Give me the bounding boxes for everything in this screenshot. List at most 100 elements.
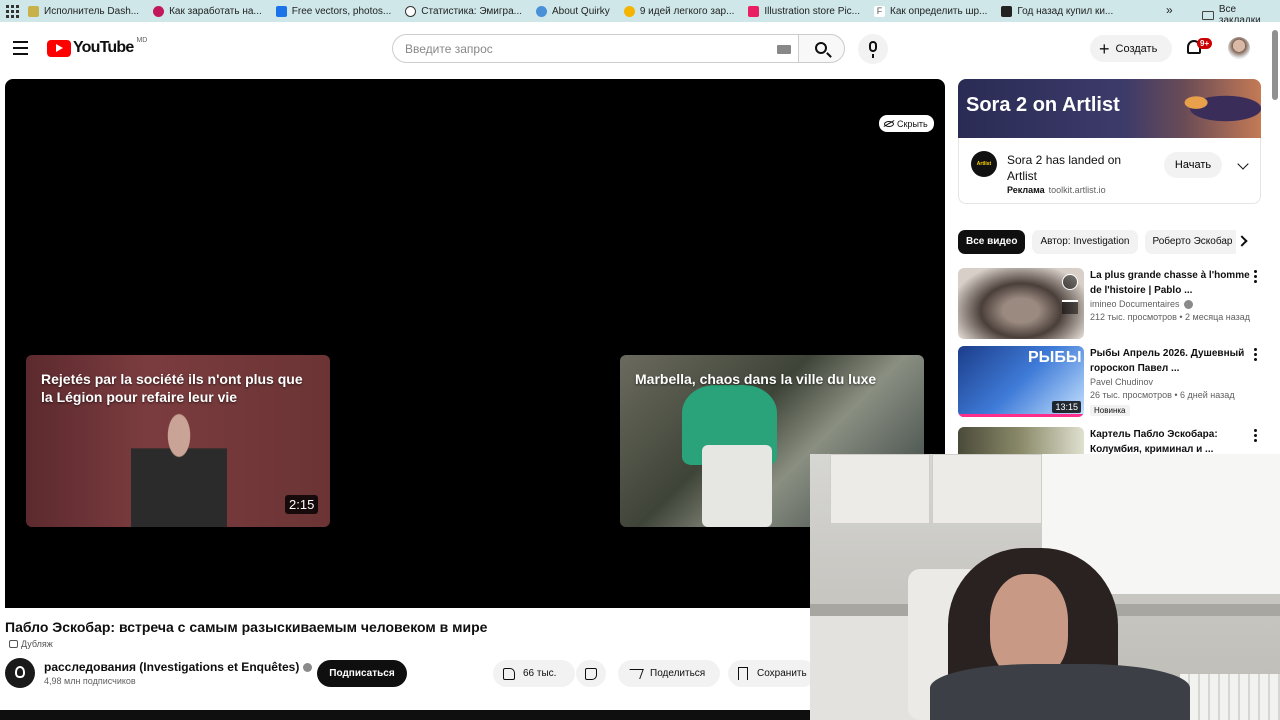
recommendation-meta: 212 тыс. просмотров • 2 месяца назад [1090,312,1251,323]
bookmark-item[interactable]: Free vectors, photos... [275,5,391,17]
ad-start-button[interactable]: Начать [1164,152,1222,178]
like-count: 66 тыс. [523,668,557,679]
create-button[interactable]: + Создать [1090,35,1172,62]
person-face [990,574,1068,678]
ad-artwork [1143,79,1261,138]
microphone-icon [869,41,877,58]
search-icon [815,42,827,54]
search-input[interactable] [405,42,755,56]
thumbnail-text: РЫБЫ [1028,349,1082,366]
recommendation-info: Картель Пабло Эскобара: Колумбия, кримин… [1090,427,1250,457]
dub-indicator: Дубляж [9,639,53,649]
channel-name[interactable]: расследования (Investigations et Enquête… [44,660,313,674]
recommendation-title[interactable]: Картель Пабло Эскобара: Колумбия, кримин… [1090,427,1250,457]
bookmark-label: Год назад купил ки... [1017,5,1114,17]
keyboard-icon[interactable] [777,45,791,54]
logo-region-code: MD [136,36,148,44]
bookmark-item[interactable]: Год назад купил ки... [1001,5,1114,17]
thumbs-down-icon [585,667,597,680]
recommendation-info: Рыбы Апрель 2026. Душевный гороскоп Паве… [1090,346,1250,418]
video-player[interactable]: Скрыть Rejetés par la société ils n'ont … [5,79,945,608]
chip-all-videos[interactable]: Все видео [958,230,1026,254]
ad-title: Sora 2 has landed on Artlist [1007,153,1122,183]
save-button[interactable]: Сохранить [728,660,816,687]
more-actions-icon[interactable] [1254,270,1257,285]
bookmark-item[interactable]: Illustration store Pic... [748,5,860,17]
bookmark-favicon-icon [536,5,547,17]
apps-grid-icon[interactable] [4,3,20,19]
bookmark-favicon-icon [405,5,417,17]
bookmark-label: Статистика: Эмигра... [421,5,522,17]
like-button[interactable]: 66 тыс. [493,660,575,687]
video-title: Пабло Эскобар: встреча с самым разыскива… [5,619,488,635]
audio-track-icon [9,640,18,648]
bookmark-favicon-icon [1001,5,1013,17]
ad-meta: Реклама toolkit.artlist.io [1007,185,1106,195]
save-bookmark-icon [738,667,748,680]
search-box [392,34,798,63]
channel-avatar[interactable] [5,658,35,688]
more-actions-icon[interactable] [1254,429,1257,444]
ad-banner-text: Sora 2 on Artlist [966,94,1120,116]
recommendation-channel[interactable]: imineo Documentaires [1090,299,1250,310]
video-thumbnail[interactable] [958,268,1084,339]
video-duration: 13:15 [1052,401,1081,413]
related-filter-chips: Все видео Автор: Investigation Роберто Эск… [958,230,1236,254]
video-thumbnail[interactable]: РЫБЫ 13:15 [958,346,1084,417]
chip-author[interactable]: Автор: Investigation [1032,230,1138,254]
account-avatar[interactable] [1228,37,1250,59]
bookmark-item[interactable]: Как заработать на... [153,5,262,17]
chip-related[interactable]: Роберто Эскобар [1144,230,1236,254]
kitchen-cabinet [932,454,1042,524]
bookmark-item[interactable]: About Quirky [536,5,610,17]
recommendation-item[interactable]: РЫБЫ 13:15 Рыбы Апрель 2026. Душевный го… [958,346,1268,418]
add-to-queue-icon[interactable] [1062,300,1078,314]
thumbs-up-icon [503,667,515,680]
bookmarks-bar: Исполнитель Dash... Как заработать на...… [0,0,1280,26]
ad-card[interactable]: Artlist Sora 2 has landed on Artlist Рек… [958,138,1261,204]
webcam-overlay [810,454,1280,720]
dislike-button[interactable] [576,660,606,687]
sponsored-label: Реклама [1007,185,1045,195]
share-button[interactable]: Поделиться [618,660,720,687]
plus-icon: + [1099,38,1110,59]
share-label: Поделиться [650,668,706,679]
subscribe-button[interactable]: Подписаться [317,660,407,687]
hide-endcards-button[interactable]: Скрыть [879,115,934,132]
recommendation-meta: 26 тыс. просмотров • 6 дней назад [1090,390,1235,400]
bookmark-item[interactable]: Исполнитель Dash... [28,5,139,17]
recommendation-title[interactable]: La plus grande chasse à l'homme de l'his… [1090,268,1250,298]
subscriber-count: 4,98 млн подписчиков [44,676,136,686]
endcard-thumbnail-detail [702,445,772,527]
bookmarks-overflow-button[interactable]: » [1166,3,1173,17]
logo-text: YouTube [73,39,134,56]
bookmark-favicon-icon: F [874,5,885,17]
recommendation-channel[interactable]: Pavel Chudinov [1090,377,1250,387]
youtube-logo[interactable]: YouTube MD [47,36,148,57]
more-actions-icon[interactable] [1254,348,1257,363]
bookmark-item[interactable]: F Как определить шр... [874,5,987,17]
radiator [1180,674,1280,720]
watch-progress-bar [958,414,1084,417]
menu-icon[interactable] [13,41,28,59]
eye-off-icon [884,120,894,127]
search-button[interactable] [798,34,845,63]
recommendation-item[interactable]: La plus grande chasse à l'homme de l'his… [958,268,1268,340]
hide-label: Скрыть [897,118,928,129]
ad-banner[interactable]: Sora 2 on Artlist [958,79,1261,138]
voice-search-button[interactable] [858,34,888,64]
bookmark-favicon-icon [28,5,39,17]
share-icon [626,668,644,679]
recommendation-title[interactable]: Рыбы Апрель 2026. Душевный гороскоп Паве… [1090,346,1250,376]
page-scrollbar[interactable] [1272,30,1278,100]
bookmark-item[interactable]: 9 идей легкого зар... [623,5,734,17]
bookmark-item[interactable]: Статистика: Эмигра... [405,5,522,17]
ad-domain: toolkit.artlist.io [1048,185,1106,195]
chevron-right-icon[interactable] [1236,235,1248,247]
youtube-play-icon [47,39,71,57]
chevron-down-icon[interactable] [1237,158,1249,170]
bookmark-favicon-icon [153,5,165,17]
endcard-video[interactable]: Rejetés par la société ils n'ont plus qu… [26,355,330,527]
save-label: Сохранить [757,668,807,679]
watch-later-icon[interactable] [1062,274,1078,290]
